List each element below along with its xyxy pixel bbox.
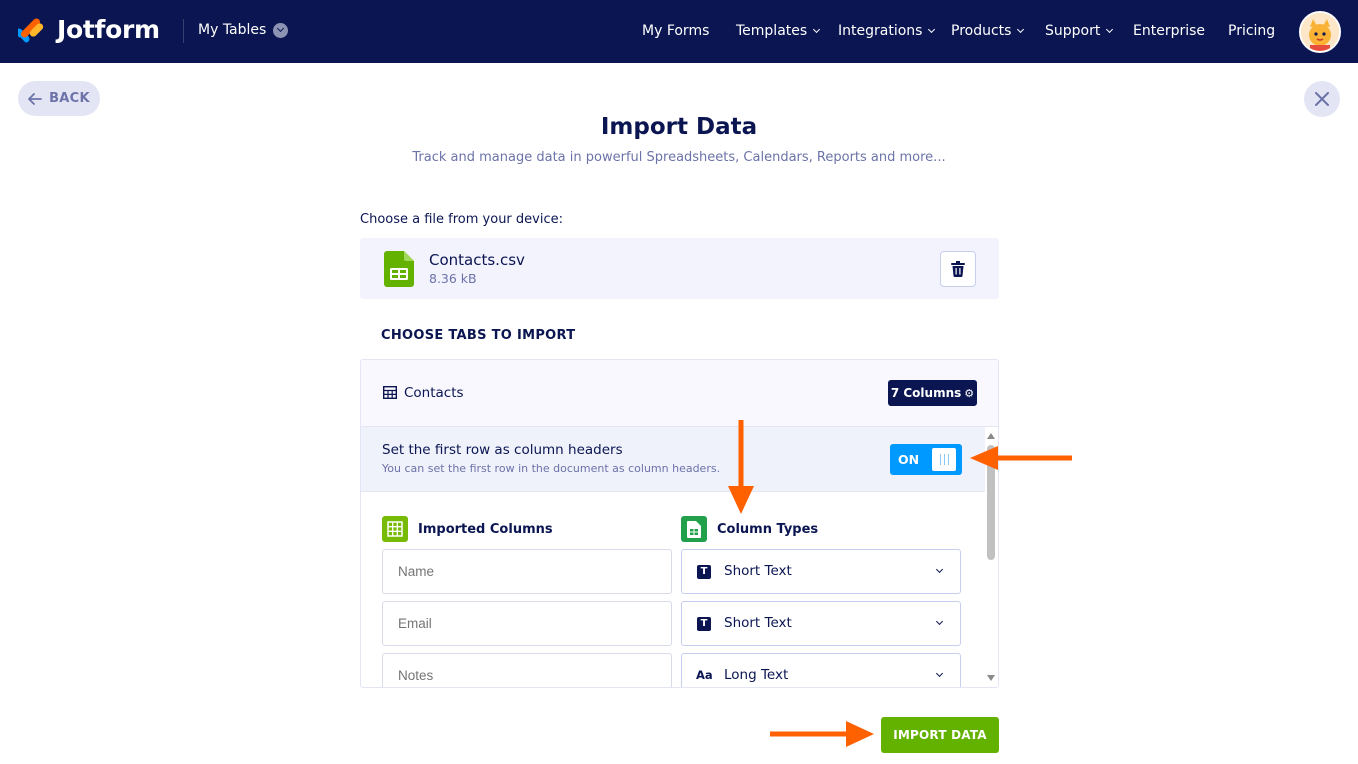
nav-label: Templates: [736, 23, 808, 39]
short-text-icon: T: [697, 617, 711, 631]
first-row-header-toggle[interactable]: ON: [890, 444, 962, 475]
chevron-down-icon: [1017, 25, 1025, 34]
user-avatar[interactable]: [1299, 11, 1341, 53]
nav-support[interactable]: Support: [1045, 23, 1114, 39]
nav-enterprise[interactable]: Enterprise: [1133, 23, 1205, 39]
vertical-scrollbar[interactable]: [985, 427, 998, 687]
header-setting-title: Set the first row as column headers: [382, 442, 623, 458]
column-type-value: Long Text: [724, 667, 789, 683]
chevron-down-icon: [1106, 25, 1114, 34]
nav-label: Enterprise: [1133, 23, 1206, 39]
column-type-select[interactable]: Aa Long Text: [681, 653, 961, 687]
scroll-down-arrow[interactable]: [987, 675, 995, 681]
long-text-icon: Aa: [696, 668, 713, 682]
short-text-icon: T: [697, 565, 711, 579]
imported-columns-label: Imported Columns: [418, 521, 553, 537]
column-types-label: Column Types: [717, 521, 819, 537]
jotform-logo-icon: [18, 18, 44, 44]
chevron-down-icon: [935, 617, 944, 626]
file-name: Contacts.csv: [429, 251, 525, 269]
workspace-label: My Tables: [198, 22, 267, 38]
close-button[interactable]: [1304, 81, 1340, 117]
tab-row-contacts[interactable]: Contacts 7 Columns ⚙: [361, 360, 998, 427]
gear-icon: ⚙: [964, 386, 975, 400]
chevron-down-icon: [928, 25, 936, 34]
chevron-down-icon: [935, 669, 944, 678]
chevron-down-icon: [935, 565, 944, 574]
column-type-select[interactable]: T Short Text: [681, 601, 961, 646]
back-label: BACK: [49, 91, 90, 106]
back-button[interactable]: BACK: [18, 81, 100, 116]
nav-label: Products: [951, 23, 1012, 39]
choose-file-label: Choose a file from your device:: [360, 212, 563, 227]
nav-my-forms[interactable]: My Forms: [642, 23, 709, 39]
brand-name: Jotform: [57, 14, 160, 44]
close-icon: [1315, 92, 1329, 106]
avatar-illustration: [1301, 13, 1339, 51]
nav-label: Integrations: [838, 23, 923, 39]
page-title: Import Data: [600, 114, 758, 140]
columns-count: 7 Columns: [890, 386, 962, 400]
sheet-icon: [681, 516, 707, 542]
nav-integrations[interactable]: Integrations: [838, 23, 936, 39]
choose-tabs-heading: CHOOSE TABS TO IMPORT: [381, 328, 576, 343]
toggle-knob: [932, 448, 956, 471]
table-icon: [383, 386, 397, 399]
nav-label: Pricing: [1228, 23, 1276, 39]
toggle-label: ON: [898, 452, 920, 467]
chevron-down-icon: [813, 25, 821, 34]
scroll-up-arrow[interactable]: [987, 433, 995, 439]
column-notes-input[interactable]: [382, 653, 672, 687]
columns-settings-button[interactable]: 7 Columns ⚙: [888, 380, 977, 406]
header-setting-description: You can set the first row in the documen…: [382, 462, 721, 475]
column-type-value: Short Text: [724, 615, 792, 631]
nav-products[interactable]: Products: [951, 23, 1025, 39]
top-navigation-bar: Jotform My Tables My Forms Templates Int…: [0, 0, 1358, 63]
scroll-thumb[interactable]: [987, 445, 995, 560]
column-types-heading: Column Types: [681, 516, 818, 542]
grid-icon: [382, 516, 408, 542]
spreadsheet-file-icon: [384, 251, 414, 287]
workspace-switcher[interactable]: My Tables: [198, 22, 289, 38]
chevron-down-icon: [273, 22, 289, 38]
delete-file-button[interactable]: [940, 251, 976, 287]
tab-name: Contacts: [404, 385, 464, 401]
nav-label: Support: [1045, 23, 1101, 39]
column-type-select[interactable]: T Short Text: [681, 549, 961, 594]
trash-icon: [951, 261, 965, 277]
nav-templates[interactable]: Templates: [736, 23, 821, 39]
columns-scroll-area[interactable]: Set the first row as column headers You …: [361, 427, 998, 687]
nav-label: My Forms: [642, 23, 710, 39]
nav-pricing[interactable]: Pricing: [1228, 23, 1275, 39]
page-subtitle: Track and manage data in powerful Spread…: [412, 150, 946, 165]
tab-import-panel: Contacts 7 Columns ⚙ Set the first row a…: [360, 359, 999, 688]
header-divider: [183, 19, 184, 43]
column-email-input[interactable]: [382, 601, 672, 646]
column-type-value: Short Text: [724, 563, 792, 579]
file-size: 8.36 kB: [429, 271, 477, 286]
imported-columns-heading: Imported Columns: [382, 516, 553, 542]
column-name-input[interactable]: [382, 549, 672, 594]
arrow-left-icon: [28, 92, 42, 105]
first-row-header-setting: Set the first row as column headers You …: [361, 427, 985, 492]
selected-file-card: Contacts.csv 8.36 kB: [360, 238, 999, 299]
import-data-button[interactable]: IMPORT DATA: [881, 717, 999, 753]
jotform-logo[interactable]: Jotform: [18, 14, 160, 44]
